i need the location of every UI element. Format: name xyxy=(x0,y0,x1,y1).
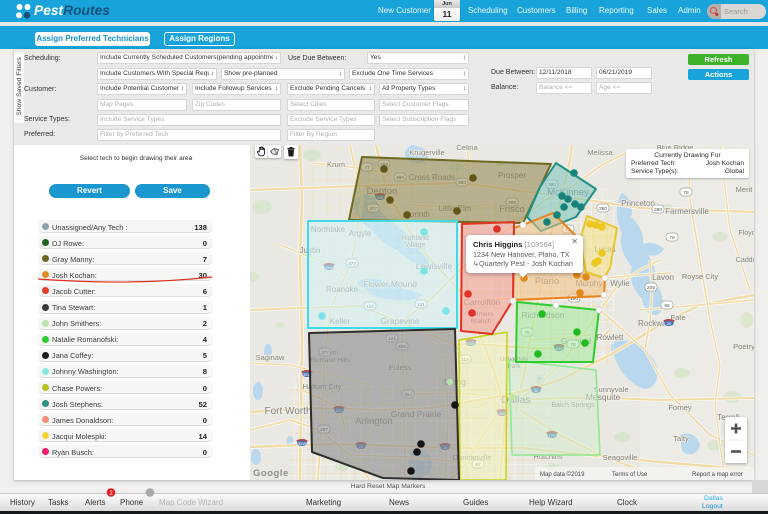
svg-text:Melissa: Melissa xyxy=(587,148,613,157)
svg-text:Celina: Celina xyxy=(456,145,478,152)
svg-text:380: 380 xyxy=(599,206,607,212)
svg-text:Krum: Krum xyxy=(327,160,345,169)
svg-text:Krugerville: Krugerville xyxy=(409,148,444,157)
svg-text:Report a map error: Report a map error xyxy=(692,472,743,478)
svg-text:Poetry: Poetry xyxy=(733,342,754,351)
svg-text:Saginaw: Saginaw xyxy=(256,353,285,362)
svg-text:Rowlett: Rowlett xyxy=(597,333,624,342)
svg-text:Merit: Merit xyxy=(736,185,754,194)
svg-text:Princeton: Princeton xyxy=(621,199,655,208)
svg-text:Farmersville: Farmersville xyxy=(665,207,709,216)
svg-text:78: 78 xyxy=(669,235,675,241)
svg-text:35W: 35W xyxy=(298,441,306,446)
svg-text:Seagoville: Seagoville xyxy=(603,453,638,462)
svg-text:205: 205 xyxy=(647,285,655,291)
svg-text:78: 78 xyxy=(683,190,689,196)
svg-text:Royse City: Royse City xyxy=(682,272,719,281)
svg-text:Caddo M: Caddo M xyxy=(736,257,754,264)
svg-text:66: 66 xyxy=(664,303,670,309)
svg-text:Terms of Use: Terms of Use xyxy=(612,472,648,478)
svg-text:Map data ©2019: Map data ©2019 xyxy=(540,471,585,478)
svg-text:Forney: Forney xyxy=(668,403,692,412)
svg-text:380: 380 xyxy=(654,207,662,213)
svg-text:30: 30 xyxy=(667,321,672,326)
svg-text:Talty: Talty xyxy=(673,434,689,443)
svg-text:Google: Google xyxy=(253,468,289,479)
svg-text:Floyd: Floyd xyxy=(738,230,754,237)
svg-text:Lavon: Lavon xyxy=(652,273,674,282)
svg-text:Fort Worth: Fort Worth xyxy=(264,406,311,417)
svg-text:Wylie: Wylie xyxy=(610,279,630,288)
svg-text:Sunnyvale: Sunnyvale xyxy=(593,385,628,394)
